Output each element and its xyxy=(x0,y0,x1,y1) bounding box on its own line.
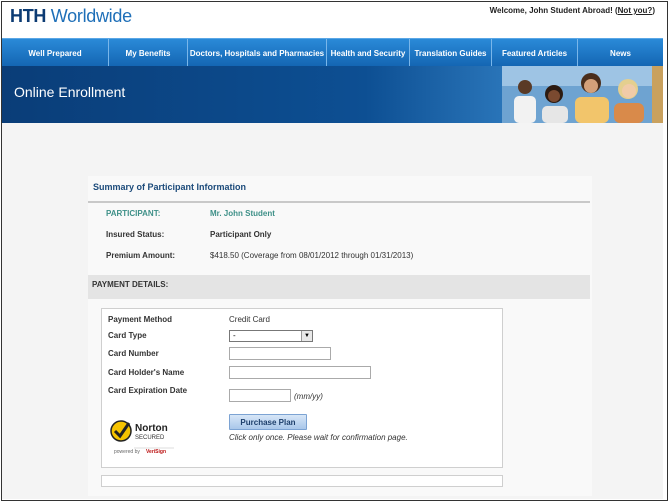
card-holder-label: Card Holder's Name xyxy=(108,368,185,377)
participant-label: PARTICIPANT: xyxy=(106,209,161,218)
nav-health-security[interactable]: Health and Security xyxy=(327,39,410,67)
insured-status-value: Participant Only xyxy=(210,230,272,239)
insured-status-label: Insured Status: xyxy=(106,230,165,239)
banner-title: Online Enrollment xyxy=(14,84,126,100)
logo-bold: HTH xyxy=(10,6,47,26)
logo-light: Worldwide xyxy=(50,6,132,26)
nav-news[interactable]: News xyxy=(578,39,663,67)
card-type-select[interactable]: - ▼ xyxy=(229,330,313,342)
not-you-link[interactable]: Not you? xyxy=(618,6,653,15)
purchase-note: Click only once. Please wait for confirm… xyxy=(229,433,408,442)
norton-powered-text: powered by xyxy=(114,449,140,455)
card-number-label: Card Number xyxy=(108,349,159,358)
nav-my-benefits[interactable]: My Benefits xyxy=(109,39,188,67)
payment-method-value: Credit Card xyxy=(229,315,270,324)
participant-value: Mr. John Student xyxy=(210,209,275,218)
expiry-label: Card Expiration Date xyxy=(108,386,188,395)
enrollment-banner: Online Enrollment xyxy=(2,66,663,123)
nav-well-prepared[interactable]: Well Prepared xyxy=(2,39,109,67)
expiry-input[interactable] xyxy=(229,389,291,402)
norton-verisign-text: VeriSign xyxy=(146,449,167,455)
summary-title: Summary of Participant Information xyxy=(93,182,247,192)
premium-value: $418.50 (Coverage from 08/01/2012 throug… xyxy=(210,251,414,260)
dropdown-arrow-icon[interactable]: ▼ xyxy=(301,331,312,341)
card-holder-input[interactable] xyxy=(229,366,371,379)
welcome-close: ) xyxy=(652,6,655,15)
next-section-box xyxy=(101,475,503,487)
norton-brand: Norton xyxy=(135,423,168,434)
card-type-selected: - xyxy=(233,331,236,340)
norton-secured-text: SECURED xyxy=(135,435,165,441)
welcome-message: Welcome, John Student Abroad! (Not you?) xyxy=(490,6,655,15)
hth-logo[interactable]: HTH Worldwide xyxy=(10,6,132,27)
welcome-text: Welcome, John Student Abroad! ( xyxy=(489,6,618,15)
nav-doctors-hospitals-pharmacies[interactable]: Doctors, Hospitals and Pharmacies xyxy=(188,39,327,67)
main-nav: Well Prepared My Benefits Doctors, Hospi… xyxy=(2,38,663,67)
card-type-label: Card Type xyxy=(108,331,147,340)
students-photo xyxy=(502,66,663,123)
expiry-format-hint: (mm/yy) xyxy=(294,392,323,401)
nav-featured-articles[interactable]: Featured Articles xyxy=(492,39,578,67)
purchase-plan-button[interactable]: Purchase Plan xyxy=(229,414,307,430)
nav-translation-guides[interactable]: Translation Guides xyxy=(410,39,492,67)
payment-method-label: Payment Method xyxy=(108,315,173,324)
payment-details-header: PAYMENT DETAILS: xyxy=(88,275,590,299)
summary-divider xyxy=(88,201,590,203)
card-number-input[interactable] xyxy=(229,347,331,360)
premium-label: Premium Amount: xyxy=(106,251,176,260)
norton-secured-badge[interactable]: Norton SECURED powered by VeriSign xyxy=(108,414,176,458)
